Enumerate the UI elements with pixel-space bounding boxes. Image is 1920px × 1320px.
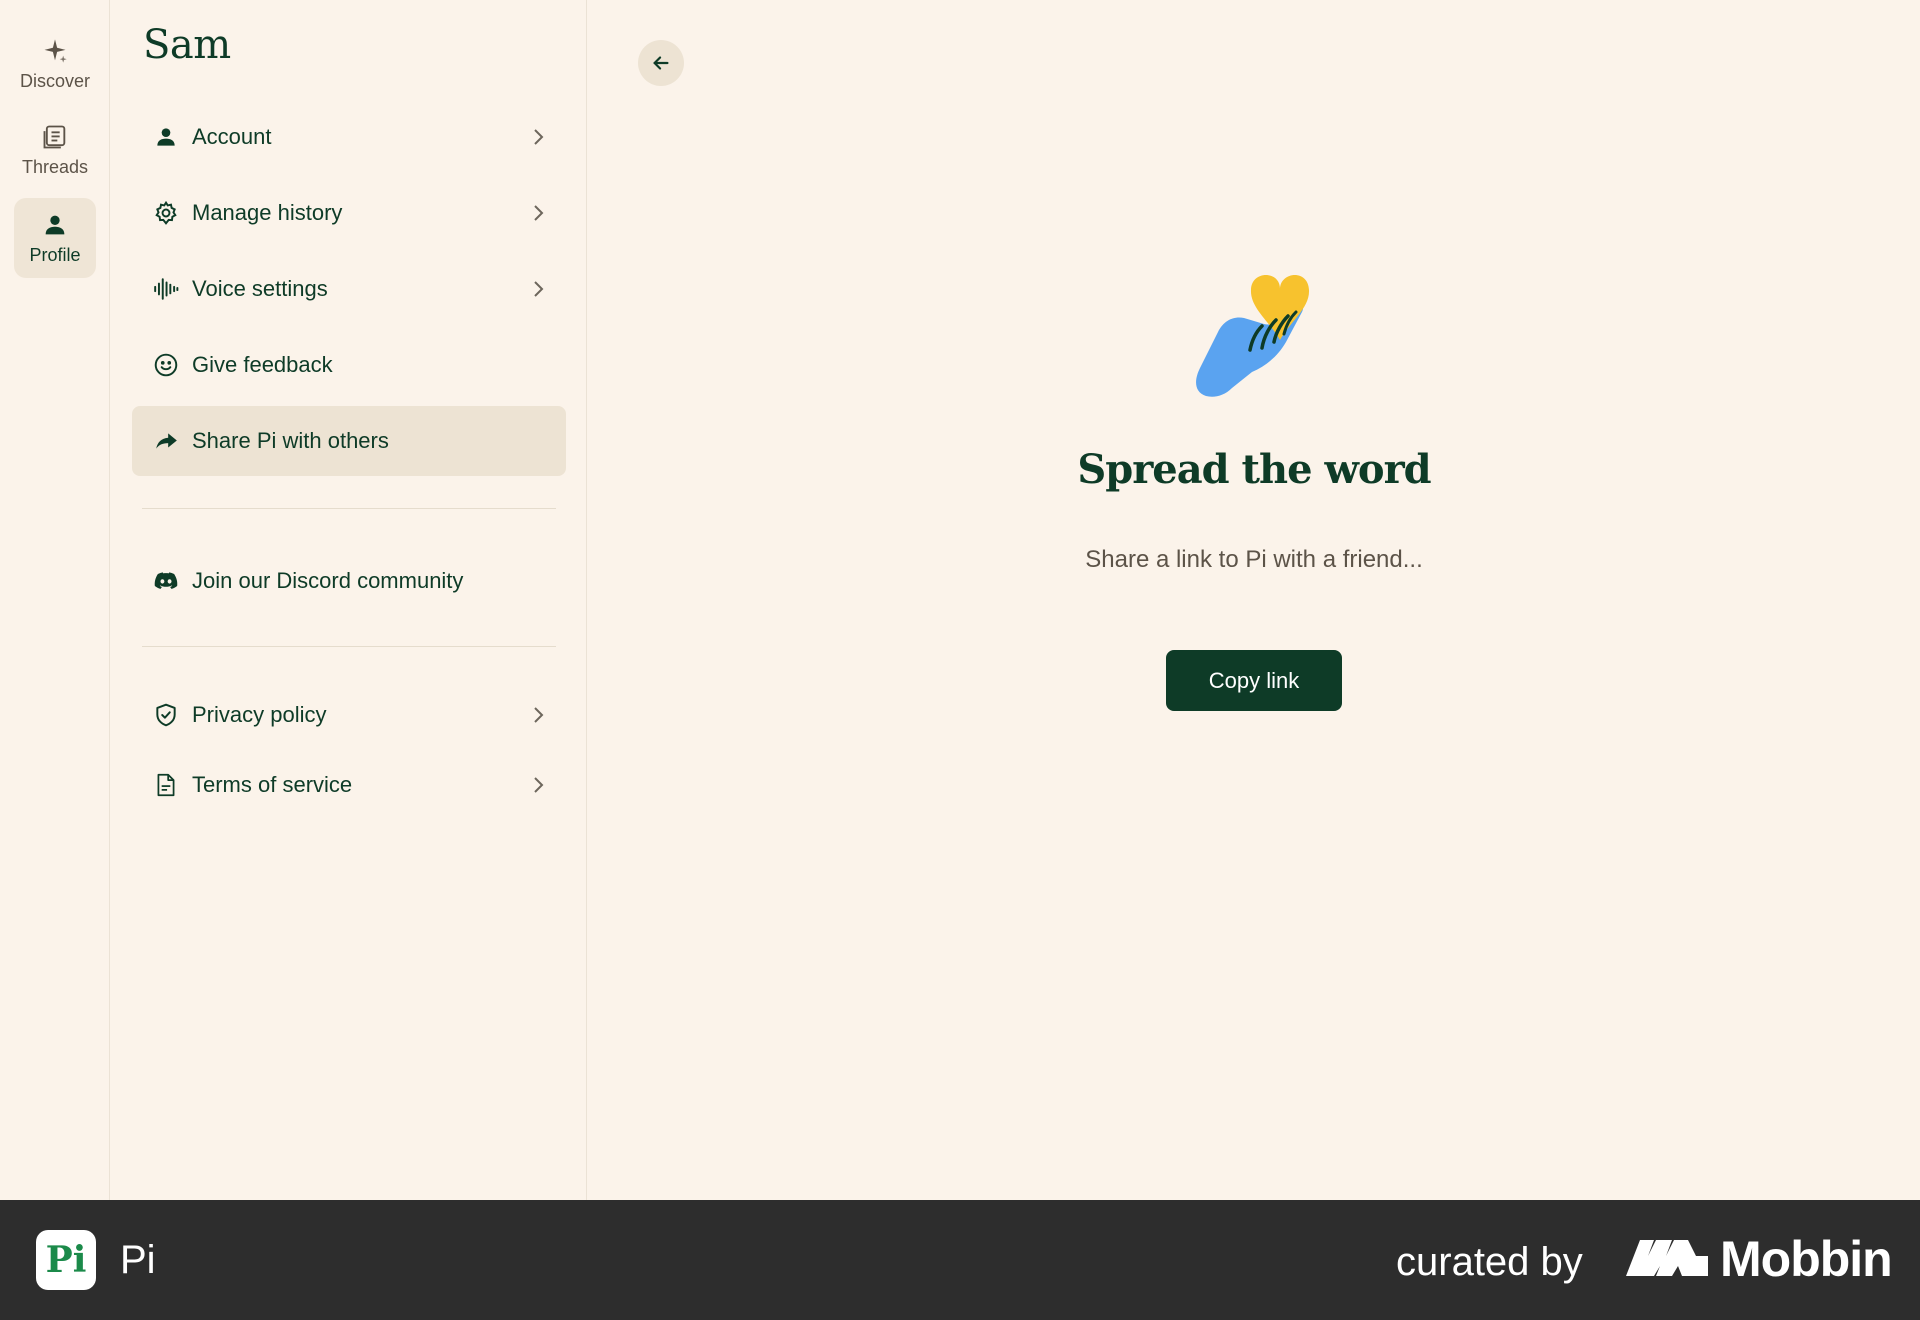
divider — [142, 508, 556, 509]
chevron-right-icon — [534, 777, 544, 793]
sparkle-icon — [44, 38, 67, 63]
menu-item-share-pi[interactable]: Share Pi with others — [132, 406, 566, 476]
nav-rail: Discover Threads Profile — [0, 0, 110, 1200]
rail-item-label: Profile — [29, 244, 81, 265]
user-name: Sam — [143, 22, 231, 68]
menu-item-label: Voice settings — [192, 276, 328, 301]
menu-item-account[interactable]: Account — [132, 102, 566, 172]
menu-item-manage-history[interactable]: Manage history — [132, 178, 566, 248]
mobbin-logo-icon — [1626, 1240, 1708, 1276]
chevron-right-icon — [534, 281, 544, 297]
menu-item-label: Terms of service — [192, 772, 353, 797]
arrow-left-icon — [653, 56, 669, 70]
hand-holding-heart-icon — [1196, 274, 1310, 397]
curated-by-label: curated by — [1396, 1240, 1583, 1284]
divider — [142, 646, 556, 647]
person-icon — [152, 123, 180, 151]
share-arrow-icon — [152, 427, 180, 455]
chevron-right-icon — [534, 205, 544, 221]
app-logo: Pi — [36, 1230, 96, 1290]
menu-item-give-feedback[interactable]: Give feedback — [132, 330, 566, 400]
back-button[interactable] — [638, 40, 684, 86]
person-icon — [45, 215, 65, 234]
menu-item-label: Join our Discord community — [192, 568, 464, 593]
copy-link-button[interactable]: Copy link — [1166, 650, 1342, 711]
app-name: Pi — [120, 1238, 156, 1282]
menu-item-label: Manage history — [192, 200, 343, 225]
mobbin-brand: Mobbin — [1720, 1231, 1893, 1287]
footer-bar: Pi Pi curated by Mobbin — [0, 1200, 1920, 1320]
chevron-right-icon — [534, 129, 544, 145]
discord-icon — [152, 567, 180, 595]
menu-item-terms[interactable]: Terms of service — [132, 750, 566, 820]
threads-icon — [43, 125, 66, 148]
document-icon — [152, 771, 180, 799]
smiley-icon — [152, 351, 180, 379]
shield-check-icon — [152, 701, 180, 729]
rail-item-discover[interactable]: Discover — [14, 24, 96, 104]
menu-item-label: Give feedback — [192, 352, 333, 377]
menu-item-voice-settings[interactable]: Voice settings — [132, 254, 566, 324]
menu-item-label: Privacy policy — [192, 702, 327, 727]
rail-item-label: Discover — [19, 70, 90, 91]
chevron-right-icon — [534, 707, 544, 723]
rail-item-profile[interactable]: Profile — [14, 198, 96, 278]
menu-item-discord[interactable]: Join our Discord community — [132, 546, 566, 616]
profile-sidebar: Sam Account Manage history Voice setting… — [111, 0, 587, 1200]
rail-item-threads[interactable]: Threads — [14, 110, 96, 190]
gear-icon — [152, 199, 180, 227]
subtext: Share a link to Pi with a friend... — [1085, 546, 1423, 573]
waveform-icon — [152, 275, 180, 303]
menu-item-privacy-policy[interactable]: Privacy policy — [132, 680, 566, 750]
menu-item-label: Share Pi with others — [192, 428, 389, 453]
menu-item-label: Account — [192, 124, 272, 149]
rail-item-label: Threads — [21, 156, 89, 177]
headline: Spread the word — [1077, 446, 1431, 493]
